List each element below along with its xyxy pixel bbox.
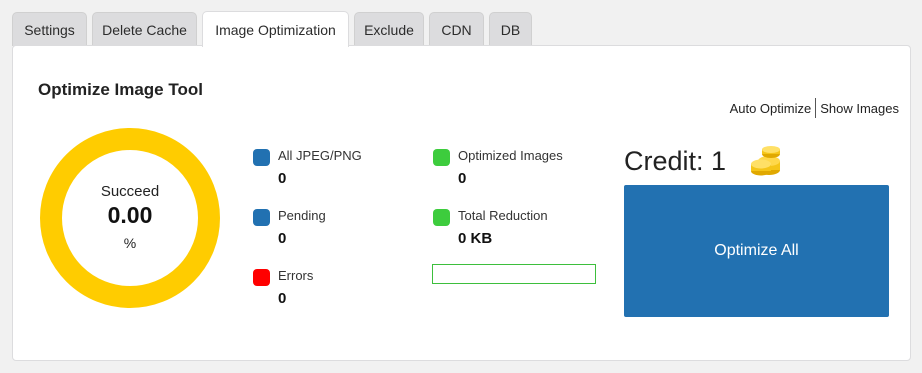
stat-label: Total Reduction — [458, 208, 548, 223]
stat-value: 0 — [458, 170, 467, 187]
auto-optimize-link[interactable]: Auto Optimize — [730, 101, 812, 116]
reduction-progress-bar — [432, 264, 596, 284]
blue-square-icon — [253, 209, 270, 226]
stat-value: 0 — [278, 290, 287, 307]
donut-label: Succeed — [100, 183, 160, 200]
tab-db[interactable]: DB — [489, 12, 532, 46]
stat-label: All JPEG/PNG — [278, 148, 362, 163]
stat-label: Optimized Images — [458, 148, 563, 163]
blue-square-icon — [253, 149, 270, 166]
tab-settings[interactable]: Settings — [12, 12, 87, 46]
stat-label: Errors — [278, 268, 314, 283]
credit-text: Credit: 1 — [624, 146, 727, 176]
stat-value: 0 KB — [458, 230, 493, 247]
coins-icon — [751, 146, 780, 176]
stat-value: 0 — [278, 170, 287, 187]
header-links: Auto Optimize Show Images — [730, 98, 899, 118]
show-images-link[interactable]: Show Images — [820, 101, 899, 116]
tab-cdn[interactable]: CDN — [429, 12, 484, 46]
donut-unit: % — [123, 235, 137, 251]
link-divider — [815, 98, 817, 118]
green-square-icon — [433, 209, 450, 226]
stat-label: Pending — [278, 208, 326, 223]
tab-image-optimization[interactable]: Image Optimization — [202, 11, 349, 47]
tab-delete-cache[interactable]: Delete Cache — [92, 12, 197, 46]
red-square-icon — [253, 269, 270, 286]
stat-value: 0 — [278, 230, 287, 247]
panel-title: Optimize Image Tool — [38, 80, 203, 99]
image-optimization-panel: Optimize Image Tool Auto Optimize Show I… — [12, 45, 911, 361]
donut-value: 0.00 — [107, 202, 153, 228]
green-square-icon — [433, 149, 450, 166]
succeed-donut-chart: Succeed 0.00 % — [40, 128, 220, 308]
tab-exclude[interactable]: Exclude — [354, 12, 424, 46]
optimize-all-button[interactable]: Optimize All — [624, 185, 889, 317]
